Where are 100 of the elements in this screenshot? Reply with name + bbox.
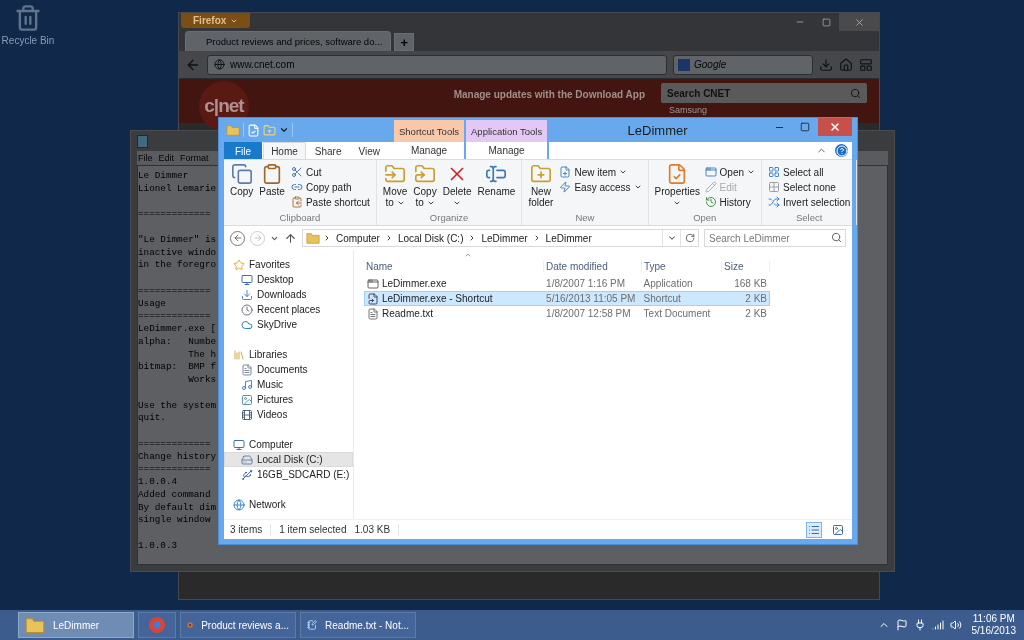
taskbar-button[interactable]: Readme.txt - Not...: [300, 612, 416, 638]
column-header[interactable]: Type: [642, 261, 722, 272]
ribbon-button[interactable]: Delete: [440, 163, 474, 212]
nav-item[interactable]: Documents: [224, 362, 353, 377]
breadcrumb[interactable]: Local Disk (C:): [395, 232, 466, 244]
nav-item[interactable]: Recent places: [224, 302, 353, 317]
file-row[interactable]: Readme.txt 1/8/2007 12:58 PM Text Document 2 KB: [364, 306, 770, 321]
ribbon-button[interactable]: New item: [557, 165, 644, 179]
nav-item[interactable]: Libraries: [224, 347, 353, 362]
file-name: LeDimmer.exe - Shortcut: [382, 293, 493, 304]
application-icon: [367, 277, 379, 290]
text-file-icon: [367, 307, 379, 320]
ribbon-tab[interactable]: Home: [263, 142, 306, 159]
search-field[interactable]: Search LeDimmer: [704, 229, 846, 247]
details-view-button[interactable]: [806, 521, 822, 538]
window-icon: [704, 166, 717, 178]
ribbon-button[interactable]: Select none: [766, 180, 853, 194]
ribbon-button[interactable]: Easy access: [557, 180, 644, 194]
recycle-bin-icon[interactable]: [14, 4, 42, 32]
properties-icon[interactable]: [247, 123, 260, 137]
picture-icon: [832, 523, 844, 536]
breadcrumb[interactable]: LeDimmer: [543, 232, 594, 244]
side-link[interactable]: Samsung: [669, 105, 708, 115]
text-line: LeDimmer.exe [: [138, 323, 217, 336]
maximize-icon: [800, 122, 810, 132]
breadcrumb[interactable]: Computer: [334, 232, 382, 244]
close-button[interactable]: [818, 118, 852, 136]
size-cell: 2 KB: [745, 293, 767, 304]
nav-item[interactable]: Music: [224, 377, 353, 392]
promo-text[interactable]: Manage updates with the Download App: [453, 89, 645, 100]
ribbon-button[interactable]: Open: [702, 165, 757, 179]
ribbon-button[interactable]: Copy: [228, 163, 256, 212]
refresh-button[interactable]: [680, 230, 698, 246]
group-label: Organize: [428, 212, 470, 225]
text-line: Le Dimmer: [138, 170, 189, 183]
desktop-icon-label[interactable]: Recycle Bin: [1, 35, 55, 46]
nav-item[interactable]: Favorites: [224, 257, 353, 272]
ribbon-button[interactable]: Select all: [766, 165, 853, 179]
picture-icon: [241, 393, 253, 406]
selection-count: 1 item selected: [279, 524, 347, 535]
bookmarks-icon[interactable]: [859, 57, 873, 72]
nav-item[interactable]: SkyDrive: [224, 317, 353, 332]
ribbon-button[interactable]: Paste: [257, 163, 287, 212]
text-line: =============: [138, 310, 211, 323]
nav-item[interactable]: Computer: [224, 437, 353, 452]
nav-item[interactable]: Downloads: [224, 287, 353, 302]
volume-icon[interactable]: [949, 619, 962, 631]
firefox-menu-button[interactable]: Firefox: [181, 13, 251, 28]
text-line: Lionel Lemarie: [138, 182, 217, 196]
nav-item[interactable]: Local Disk (C:): [224, 452, 353, 467]
clock-time[interactable]: 11:06 PM: [972, 613, 1015, 625]
rename-icon: [485, 163, 508, 185]
clock-date[interactable]: 5/16/2013: [971, 625, 1016, 637]
text-line: Change history: [138, 450, 217, 464]
grid-icon: [768, 181, 780, 193]
home-icon[interactable]: [839, 57, 853, 72]
ribbon-button[interactable]: Cut: [288, 165, 372, 179]
nav-item[interactable]: 16GB_SDCARD (E:): [224, 467, 353, 482]
text-line: Use the system: [138, 399, 217, 413]
list-icon: [808, 523, 820, 536]
file-row[interactable]: LeDimmer.exe - Shortcut 5/16/2013 11:05 PM Shortcut 2 KB: [364, 291, 770, 306]
ribbon-button[interactable]: History: [702, 195, 757, 209]
breadcrumb[interactable]: LeDimmer: [479, 232, 530, 244]
nav-item[interactable]: Network: [224, 497, 353, 512]
power-icon[interactable]: [913, 619, 926, 631]
ribbon-button[interactable]: Rename: [475, 163, 518, 212]
nav-item[interactable]: Videos: [224, 407, 353, 422]
context-tab-header: Application Tools: [466, 120, 548, 142]
back-arrow-icon: [232, 233, 243, 243]
folder-icon: [25, 615, 45, 635]
download-icon[interactable]: [819, 57, 833, 72]
address-bar[interactable]: Computer Local Disk (C:) LeDimmer LeDimmer: [302, 229, 699, 247]
file-row[interactable]: LeDimmer.exe 1/8/2007 1:16 PM Application 168 KB: [364, 276, 770, 291]
separator-icon: [323, 234, 331, 242]
taskbar-button[interactable]: Product reviews a...: [180, 612, 296, 638]
ribbon-button[interactable]: Copy path: [288, 180, 372, 194]
window-title: LeDimmer: [626, 121, 689, 140]
text-line: "Le Dimmer" is: [138, 233, 217, 247]
nav-item[interactable]: Desktop: [224, 272, 353, 287]
up-button[interactable]: [284, 231, 297, 245]
ribbon-tab[interactable]: File: [224, 142, 263, 159]
column-header[interactable]: Date modified: [544, 261, 642, 272]
group-label: Clipboard: [278, 212, 322, 225]
column-header[interactable]: Name: [364, 261, 544, 272]
column-header[interactable]: Size: [722, 261, 770, 272]
close-icon: [829, 121, 841, 133]
google-logo-icon: [678, 58, 690, 71]
back-button[interactable]: [230, 230, 245, 246]
ribbon-button[interactable]: New folder: [526, 163, 556, 212]
nav-item[interactable]: Pictures: [224, 392, 353, 407]
help-button[interactable]: [835, 144, 848, 157]
forward-button[interactable]: [250, 230, 265, 246]
flag-icon[interactable]: [895, 619, 908, 631]
ribbon-button[interactable]: Move to: [380, 163, 410, 212]
ribbon-button[interactable]: Properties: [652, 163, 701, 212]
ribbon-button[interactable]: Copy to: [411, 163, 439, 212]
link-icon: [290, 181, 303, 193]
caret-icon[interactable]: [279, 125, 289, 135]
ribbon-button[interactable]: Invert selection: [766, 195, 853, 209]
ribbon-button[interactable]: Paste shortcut: [288, 195, 372, 209]
